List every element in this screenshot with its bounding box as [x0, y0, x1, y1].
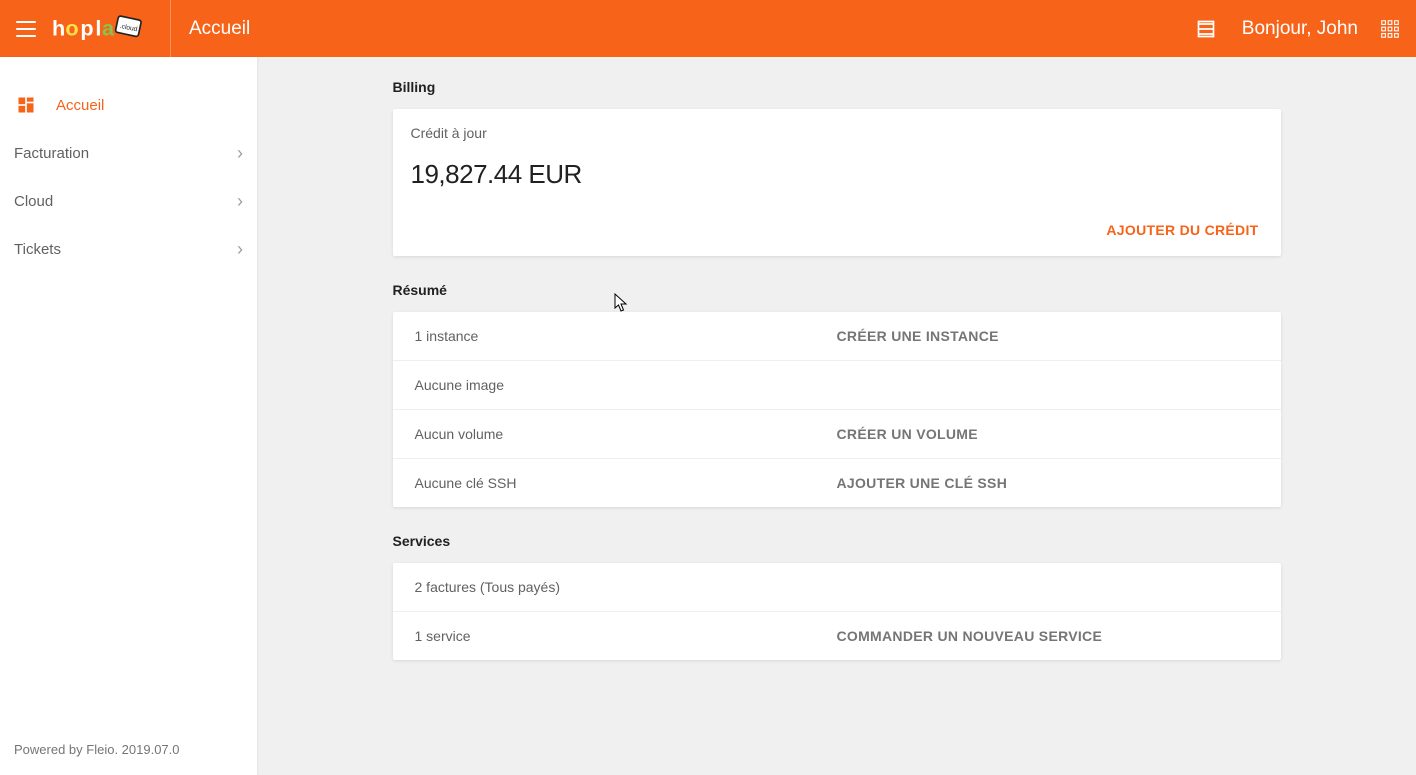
svg-text:a: a [102, 15, 115, 40]
resume-row-action[interactable]: Créer un volume [837, 426, 978, 442]
resume-row: Aucun volume Créer un volume [393, 410, 1281, 459]
resume-row-text: Aucune clé SSH [415, 475, 837, 491]
resume-row-text: Aucun volume [415, 426, 837, 442]
section-title-services: Services [393, 533, 1281, 549]
services-row: 2 factures (Tous payés) [393, 563, 1281, 612]
sidebar-item-label: Tickets [14, 241, 237, 258]
sidebar-item-label: Facturation [14, 145, 237, 162]
credit-label: Crédit à jour [411, 125, 1263, 141]
logo[interactable]: h o p l a .cloud [52, 0, 171, 57]
sidebar-item-facturation[interactable]: Facturation › [0, 129, 257, 177]
services-card: 2 factures (Tous payés) 1 service Comman… [393, 563, 1281, 660]
menu-toggle-icon[interactable] [14, 17, 38, 41]
apps-grid-icon[interactable] [1378, 17, 1402, 41]
footer-text: Powered by Fleio. 2019.07.0 [0, 742, 257, 775]
resume-row: Aucune clé SSH Ajouter une clé SSH [393, 459, 1281, 507]
sidebar-item-accueil[interactable]: Accueil [0, 81, 257, 129]
sidebar-item-label: Accueil [56, 97, 243, 114]
dashboard-icon [14, 93, 38, 117]
resume-row: Aucune image [393, 361, 1281, 410]
resume-row-action[interactable]: Ajouter une clé SSH [837, 475, 1008, 491]
sidebar: Accueil Facturation › Cloud › Tickets › … [0, 57, 257, 775]
resume-row-text: 1 instance [415, 328, 837, 344]
main-content: Billing Crédit à jour 19,827.44 EUR Ajou… [257, 57, 1416, 775]
page-title: Accueil [189, 18, 250, 40]
sidebar-item-cloud[interactable]: Cloud › [0, 177, 257, 225]
section-title-billing: Billing [393, 79, 1281, 95]
billing-card: Crédit à jour 19,827.44 EUR Ajouter du c… [393, 109, 1281, 256]
services-row-text: 1 service [415, 628, 837, 644]
section-title-resume: Résumé [393, 282, 1281, 298]
sidebar-item-label: Cloud [14, 193, 237, 210]
svg-text:p: p [80, 15, 93, 40]
topbar: h o p l a .cloud Accueil Bonjour, John [0, 0, 1416, 57]
resume-row: 1 instance Créer une instance [393, 312, 1281, 361]
svg-text:o: o [65, 15, 78, 40]
list-icon[interactable] [1194, 17, 1218, 41]
svg-text:l: l [95, 15, 101, 40]
credit-amount: 19,827.44 EUR [411, 159, 1263, 190]
chevron-right-icon: › [237, 143, 243, 164]
svg-text:h: h [52, 15, 65, 40]
user-greeting[interactable]: Bonjour, John [1242, 18, 1358, 40]
resume-card: 1 instance Créer une instance Aucune ima… [393, 312, 1281, 507]
chevron-right-icon: › [237, 239, 243, 260]
services-row-text: 2 factures (Tous payés) [415, 579, 837, 595]
services-row: 1 service Commander un nouveau service [393, 612, 1281, 660]
services-row-action[interactable]: Commander un nouveau service [837, 628, 1103, 644]
add-credit-button[interactable]: Ajouter du crédit [1096, 214, 1268, 246]
resume-row-action[interactable]: Créer une instance [837, 328, 999, 344]
chevron-right-icon: › [237, 191, 243, 212]
resume-row-text: Aucune image [415, 377, 837, 393]
sidebar-item-tickets[interactable]: Tickets › [0, 225, 257, 273]
